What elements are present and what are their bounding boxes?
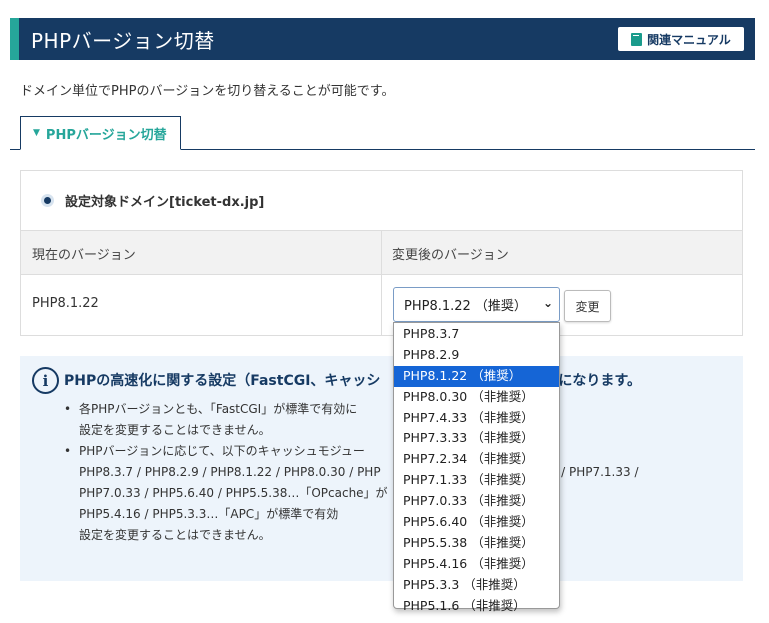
col-new-version: 変更後のバージョン bbox=[392, 248, 509, 263]
related-manual-label: 関連マニュアル bbox=[647, 32, 731, 47]
page-title: PHPバージョン切替 bbox=[31, 29, 215, 53]
column-divider bbox=[381, 230, 382, 335]
header-accent-bar bbox=[10, 18, 19, 60]
php-version-select[interactable]: PHP8.1.22 （推奨） ⌄ bbox=[393, 287, 560, 322]
domain-panel: 設定対象ドメイン[ticket-dx.jp] 現在のバージョン 変更後のバージョ… bbox=[20, 170, 743, 336]
current-version-value: PHP8.1.22 bbox=[32, 296, 99, 311]
domain-label: 設定対象ドメイン[ticket-dx.jp] bbox=[65, 195, 265, 210]
select-value: PHP8.1.22 （推奨） bbox=[404, 299, 527, 314]
dropdown-option[interactable]: PHP5.6.40 （非推奨） bbox=[394, 512, 559, 533]
dropdown-option[interactable]: PHP5.4.16 （非推奨） bbox=[394, 554, 559, 575]
intro-text: ドメイン単位でPHPのバージョンを切り替えることが可能です。 bbox=[20, 84, 395, 99]
info-title-left: PHPの高速化に関する設定（FastCGI、キャッシ bbox=[64, 373, 381, 389]
domain-heading: 設定対象ドメイン[ticket-dx.jp] bbox=[21, 171, 742, 230]
dropdown-option[interactable]: PHP7.1.33 （非推奨） bbox=[394, 470, 559, 491]
book-icon bbox=[631, 32, 643, 46]
caret-down-icon: ▼ bbox=[33, 128, 40, 138]
dropdown-option[interactable]: PHP8.2.9 bbox=[394, 345, 559, 366]
dropdown-option[interactable]: PHP8.1.22 （推奨） bbox=[394, 365, 559, 387]
related-manual-button[interactable]: 関連マニュアル bbox=[618, 27, 744, 51]
tab-label: PHPバージョン切替 bbox=[45, 127, 167, 143]
dropdown-option[interactable]: PHP8.3.7 bbox=[394, 324, 559, 345]
info-icon: i bbox=[32, 367, 59, 394]
dropdown-option[interactable]: PHP7.4.33 （非推奨） bbox=[394, 408, 559, 429]
version-dropdown-list[interactable]: PHP8.3.7 PHP8.2.9 PHP8.1.22 （推奨） PHP8.0.30 … bbox=[393, 322, 560, 613]
dropdown-option[interactable]: PHP7.2.34 （非推奨） bbox=[394, 449, 559, 470]
tab-php-version[interactable]: ▼ PHPバージョン切替 bbox=[20, 116, 181, 150]
dropdown-option[interactable]: PHP7.0.33 （非推奨） bbox=[394, 491, 559, 512]
dropdown-option[interactable]: PHP5.5.38 （非推奨） bbox=[394, 533, 559, 554]
dropdown-option[interactable]: PHP8.0.30 （非推奨） bbox=[394, 387, 559, 408]
dropdown-option[interactable]: PHP5.1.6 （非推奨） bbox=[394, 596, 559, 617]
dropdown-option[interactable]: PHP5.3.3 （非推奨） bbox=[394, 575, 559, 596]
info-bullet-2-line2-left: PHP8.3.7 / PHP8.2.9 / PHP8.1.22 / PHP8.0… bbox=[79, 465, 381, 479]
col-current-version: 現在のバージョン bbox=[32, 248, 136, 263]
dropdown-option[interactable]: PHP7.3.33 （非推奨） bbox=[394, 428, 559, 449]
change-button[interactable]: 変更 bbox=[564, 290, 611, 322]
chevron-down-icon: ⌄ bbox=[542, 296, 553, 310]
radio-selected-icon bbox=[41, 194, 54, 207]
info-panel: i PHPの高速化に関する設定（FastCGI、キャッシ有効になります。 各PH… bbox=[20, 356, 743, 581]
